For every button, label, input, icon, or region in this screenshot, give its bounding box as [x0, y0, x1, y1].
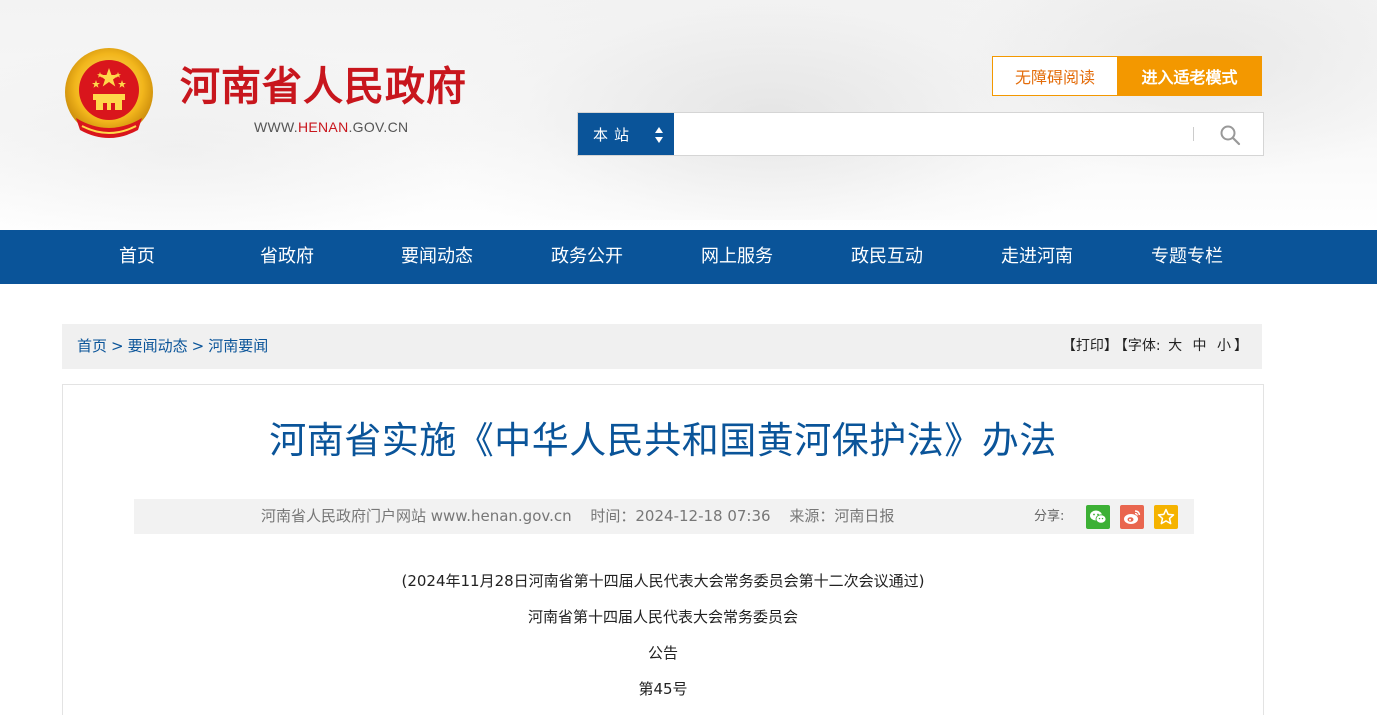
search-scope-label: 本站	[593, 125, 636, 144]
elder-mode-button[interactable]: 进入适老模式	[1117, 56, 1262, 96]
font-small-button[interactable]: 小	[1217, 338, 1231, 354]
page-tools: 【打印】 【字体: 大 中 小】	[1059, 324, 1248, 369]
breadcrumb-bar: 首页 > 要闻动态 > 河南要闻 【打印】 【字体: 大 中 小】	[62, 324, 1262, 369]
nav-item-home[interactable]: 首页	[62, 230, 212, 284]
font-large-button[interactable]: 大	[1168, 338, 1182, 354]
meta-source-site: 河南省人民政府门户网站 www.henan.gov.cn	[261, 507, 572, 525]
nav-item-interaction[interactable]: 政民互动	[812, 230, 962, 284]
nav-item-provincial-government[interactable]: 省政府	[212, 230, 362, 284]
article-paragraph: 河南省第十四届人民代表大会常务委员会	[527, 608, 798, 626]
domain-suffix: .GOV.CN	[348, 119, 409, 135]
article-meta: 河南省人民政府门户网站 www.henan.gov.cn 时间：2024-12-…	[261, 499, 908, 534]
domain-prefix: WWW.	[254, 119, 298, 135]
breadcrumb-item-news[interactable]: 要闻动态	[128, 337, 188, 355]
wechat-icon[interactable]	[1086, 505, 1110, 529]
meta-time: 时间：2024-12-18 07:36	[590, 507, 771, 525]
share-label: 分享:	[1034, 509, 1065, 524]
font-size-label: 【字体:	[1120, 338, 1161, 354]
meta-origin: 来源：河南日报	[789, 507, 895, 525]
accessibility-reading-button[interactable]: 无障碍阅读	[992, 56, 1118, 96]
favorite-icon[interactable]	[1154, 505, 1178, 529]
article-paragraph: 公告	[647, 644, 678, 662]
search-bar: 本站	[577, 112, 1264, 156]
main-nav: 首页 省政府 要闻动态 政务公开 网上服务 政民互动 走进河南 专题专栏	[0, 230, 1377, 284]
search-icon[interactable]	[1218, 123, 1242, 147]
nav-item-online-services[interactable]: 网上服务	[662, 230, 812, 284]
font-size-close: 】	[1234, 338, 1248, 354]
article-meta-bar: 河南省人民政府门户网站 www.henan.gov.cn 时间：2024-12-…	[134, 499, 1194, 534]
breadcrumb: 首页 > 要闻动态 > 河南要闻	[77, 324, 268, 369]
nav-item-news[interactable]: 要闻动态	[362, 230, 512, 284]
article-container: 河南省实施《中华人民共和国黄河保护法》办法 河南省人民政府门户网站 www.he…	[62, 384, 1264, 715]
breadcrumb-item-home[interactable]: 首页	[77, 337, 107, 355]
search-scope-select[interactable]: 本站	[578, 113, 674, 155]
article-paragraph: 第45号	[638, 680, 688, 698]
site-header: 河南省人民政府 WWW.HENAN.GOV.CN 无障碍阅读 进入适老模式 本站	[0, 0, 1377, 230]
nav-item-about-henan[interactable]: 走进河南	[962, 230, 1112, 284]
sort-arrows-icon	[655, 127, 663, 143]
domain-highlight: HENAN	[297, 119, 349, 135]
search-divider	[1193, 127, 1194, 141]
site-title[interactable]: 河南省人民政府	[180, 62, 467, 112]
national-emblem-icon[interactable]	[62, 46, 156, 144]
nav-item-government-affairs[interactable]: 政务公开	[512, 230, 662, 284]
weibo-icon[interactable]	[1120, 505, 1144, 529]
article-title: 河南省实施《中华人民共和国黄河保护法》办法	[269, 419, 1057, 462]
font-medium-button[interactable]: 中	[1193, 338, 1207, 354]
breadcrumb-item-henan-news[interactable]: 河南要闻	[208, 337, 268, 355]
article-paragraph: (2024年11月28日河南省第十四届人民代表大会常务委员会第十二次会议通过)	[401, 572, 925, 590]
breadcrumb-separator: >	[111, 337, 124, 355]
site-domain: WWW.HENAN.GOV.CN	[254, 119, 408, 135]
breadcrumb-separator: >	[191, 337, 205, 355]
nav-item-special-topics[interactable]: 专题专栏	[1112, 230, 1262, 284]
search-input[interactable]	[674, 113, 1194, 155]
print-button[interactable]: 【打印】	[1062, 338, 1118, 354]
